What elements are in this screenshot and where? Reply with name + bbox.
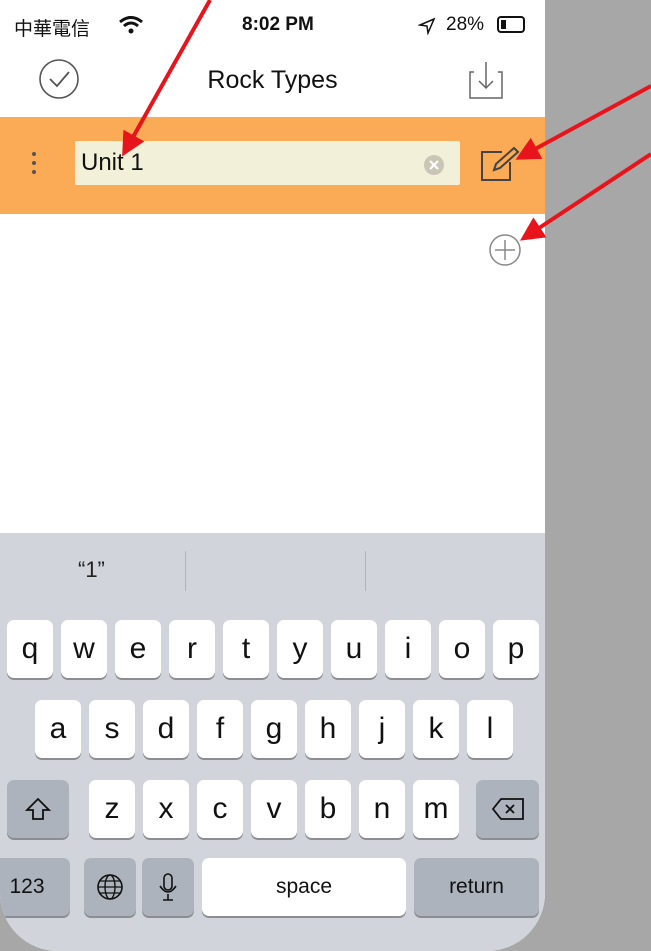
- annotation-arrows: [122, 0, 651, 241]
- annotation-arrow-add: [519, 152, 651, 241]
- annotation-arrow-textfield: [122, 0, 212, 157]
- annotation-arrow-edit: [515, 84, 651, 160]
